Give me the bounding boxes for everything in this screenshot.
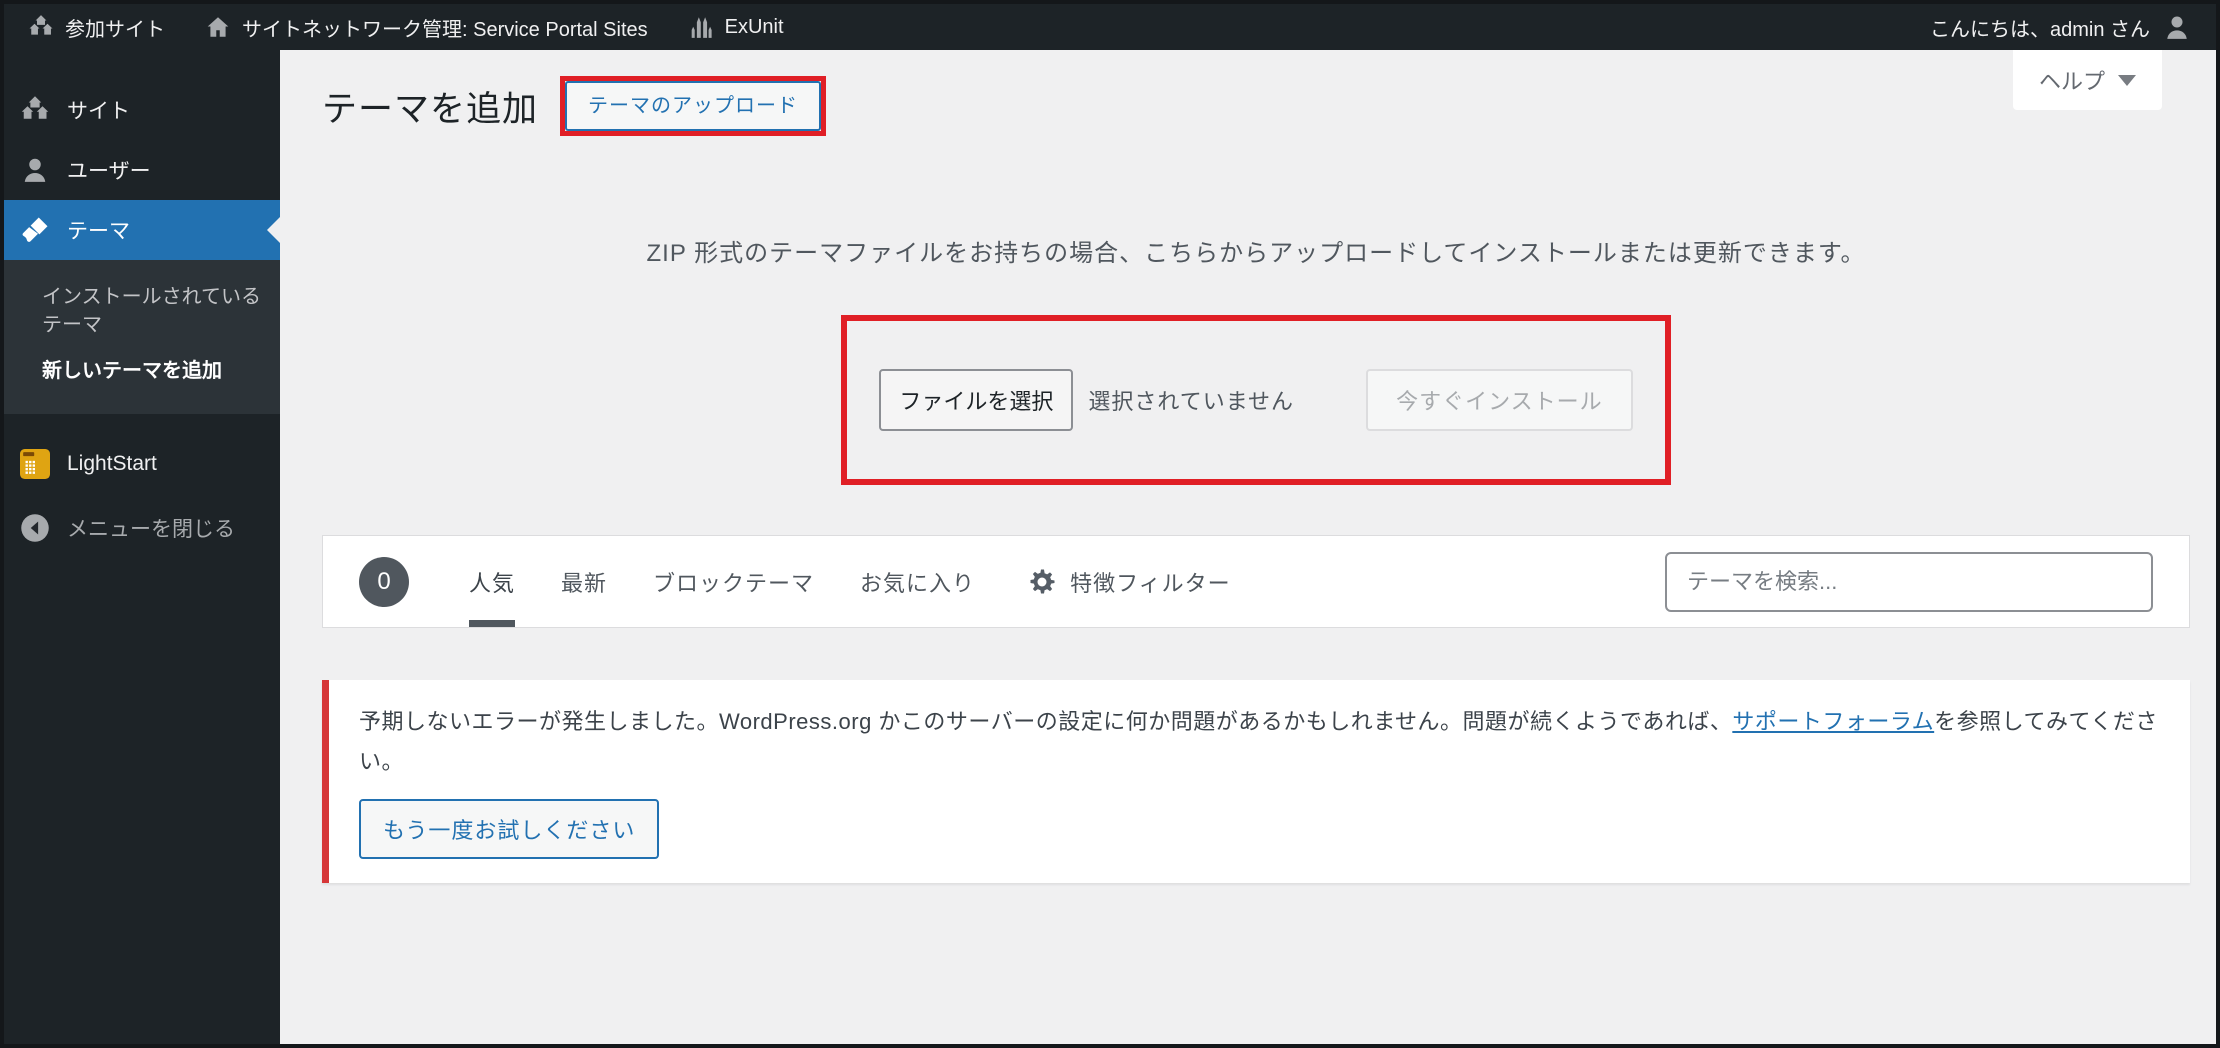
theme-filter-bar: 0 人気 最新 ブロックテーマ お気に入り 特徴フィルター <box>322 535 2190 628</box>
gear-icon <box>1027 567 1057 597</box>
choose-file-button[interactable]: ファイルを選択 <box>879 369 1073 431</box>
no-file-selected-text: 選択されていません <box>1088 384 1294 416</box>
admin-bar: 参加サイト サイトネットワーク管理: Service Portal Sites … <box>4 4 2216 50</box>
sidebar-item-lightstart[interactable]: LightStart <box>4 434 280 494</box>
admin-bar-my-sites-label: 参加サイト <box>65 13 165 42</box>
collapse-menu-label: メニューを閉じる <box>67 513 235 543</box>
tab-latest[interactable]: 最新 <box>561 536 607 627</box>
sidebar-item-users-label: ユーザー <box>67 155 151 185</box>
lightstart-icon <box>20 449 50 479</box>
error-notice-text: 予期しないエラーが発生しました。WordPress.org かこのサーバーの設定… <box>359 702 2160 781</box>
sidebar-item-themes[interactable]: テーマ <box>4 200 280 260</box>
tab-block-themes[interactable]: ブロックテーマ <box>653 536 814 627</box>
sidebar-item-users[interactable]: ユーザー <box>4 140 280 200</box>
retry-button[interactable]: もう一度お試しください <box>359 799 659 859</box>
error-notice: 予期しないエラーが発生しました。WordPress.org かこのサーバーの設定… <box>322 680 2190 883</box>
install-now-button[interactable]: 今すぐインストール <box>1366 369 1633 431</box>
admin-bar-network-admin[interactable]: サイトネットワーク管理: Service Portal Sites <box>205 13 648 42</box>
sidebar-item-themes-label: テーマ <box>67 215 130 245</box>
chevron-down-icon <box>2118 75 2136 95</box>
admin-bar-my-sites[interactable]: 参加サイト <box>28 13 165 42</box>
main-content: ヘルプ テーマを追加 テーマのアップロード ZIP 形式のテーマファイルをお持ち… <box>280 50 2216 1044</box>
sites-icon <box>20 95 50 125</box>
admin-bar-account[interactable]: こんにちは、admin さん <box>1930 12 2192 42</box>
collapse-menu-button[interactable]: メニューを閉じる <box>4 498 280 558</box>
filter-tabs: 人気 最新 ブロックテーマ お気に入り <box>469 536 975 627</box>
admin-bar-greeting: こんにちは、admin さん <box>1930 13 2150 42</box>
page-title: テーマを追加 <box>322 81 538 132</box>
theme-search-input[interactable] <box>1665 552 2153 612</box>
home-icon <box>205 14 231 40</box>
submenu-add-new-theme[interactable]: 新しいテーマを追加 <box>42 348 262 394</box>
help-label: ヘルプ <box>2039 64 2105 96</box>
network-sites-icon <box>28 14 54 40</box>
annotation-box-upload-button: テーマのアップロード <box>560 76 826 136</box>
collapse-arrow-icon <box>20 513 50 543</box>
sidebar-item-sites-label: サイト <box>67 95 130 125</box>
admin-bar-exunit-label: ExUnit <box>725 16 784 39</box>
submenu-installed-themes[interactable]: インストールされているテーマ <box>42 274 262 348</box>
annotation-box-upload-form: ファイルを選択 選択されていません 今すぐインストール <box>841 315 1671 485</box>
help-button[interactable]: ヘルプ <box>2013 50 2162 110</box>
feature-filter-label: 特徴フィルター <box>1070 566 1231 598</box>
exunit-icon <box>688 14 714 40</box>
tab-popular[interactable]: 人気 <box>469 536 515 627</box>
support-forum-link[interactable]: サポートフォーラム <box>1732 709 1934 734</box>
theme-count-badge: 0 <box>359 557 409 607</box>
admin-bar-network-admin-label: サイトネットワーク管理: Service Portal Sites <box>242 13 648 42</box>
upload-theme-button[interactable]: テーマのアップロード <box>565 81 821 131</box>
feature-filter-button[interactable]: 特徴フィルター <box>1027 536 1231 627</box>
sidebar-item-sites[interactable]: サイト <box>4 80 280 140</box>
wordpress-admin-window: 参加サイト サイトネットワーク管理: Service Portal Sites … <box>0 0 2220 1048</box>
sidebar-item-lightstart-label: LightStart <box>67 452 157 476</box>
brush-icon <box>20 215 50 245</box>
admin-bar-exunit[interactable]: ExUnit <box>688 14 784 40</box>
admin-sidebar: サイト ユーザー テーマ インストールされているテーマ 新しいテーマを追加 <box>4 50 280 1044</box>
page-header: テーマを追加 テーマのアップロード <box>322 76 2190 136</box>
upload-description: ZIP 形式のテーマファイルをお持ちの場合、こちらからアップロードしてインストー… <box>322 233 2190 268</box>
themes-submenu: インストールされているテーマ 新しいテーマを追加 <box>4 260 280 414</box>
user-icon <box>20 155 50 185</box>
avatar-icon <box>2162 12 2192 42</box>
tab-favorites[interactable]: お気に入り <box>860 536 975 627</box>
